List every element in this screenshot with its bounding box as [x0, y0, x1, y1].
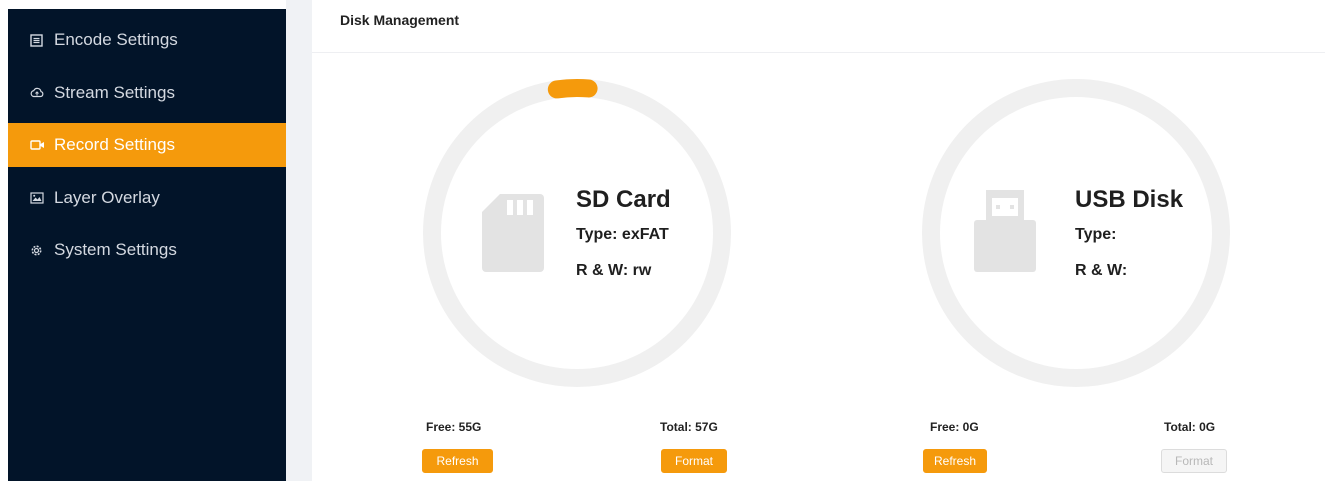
disk-name: USB Disk [1075, 186, 1184, 213]
stream-icon [30, 87, 54, 99]
sidebar-item-system-settings[interactable]: System Settings [8, 228, 286, 272]
refresh-button[interactable]: Refresh [422, 449, 493, 473]
usb-drive-icon [974, 190, 1036, 272]
disk-name: SD Card [576, 186, 671, 213]
main-content: Disk Management SD Card Type: exFAT R & … [312, 0, 1325, 481]
format-button[interactable]: Format [1161, 449, 1227, 473]
disk-total: Total: 0G [1164, 420, 1216, 434]
disk-free: Free: 55G [426, 420, 482, 434]
layer-icon [30, 191, 54, 204]
sidebar-item-label: System Settings [54, 240, 177, 259]
page-title: Disk Management [340, 12, 460, 28]
sidebar-item-record-settings[interactable]: Record Settings [8, 123, 286, 167]
sidebar-item-stream-settings[interactable]: Stream Settings [8, 71, 286, 115]
refresh-button[interactable]: Refresh [923, 449, 987, 473]
record-icon [30, 139, 54, 151]
disk-rw: R & W: rw [576, 262, 652, 279]
sidebar-item-label: Encode Settings [54, 30, 178, 49]
gear-icon [30, 244, 54, 257]
format-button[interactable]: Format [661, 449, 727, 473]
sidebar-item-encode-settings[interactable]: Encode Settings [8, 18, 286, 62]
sidebar-item-label: Record Settings [54, 135, 175, 154]
sidebar-item-label: Layer Overlay [54, 187, 160, 207]
disk-total: Total: 57G [660, 420, 718, 434]
disk-free: Free: 0G [930, 420, 979, 434]
disk-type: Type: [1075, 226, 1117, 243]
header-divider [312, 52, 1325, 53]
disk-type: Type: exFAT [576, 226, 669, 243]
encode-icon [30, 33, 54, 47]
sidebar-item-layer-overlay[interactable]: Layer Overlay [8, 176, 286, 220]
disk-rw: R & W: [1075, 262, 1128, 279]
sidebar-item-label: Stream Settings [54, 82, 175, 102]
sd-card-icon [482, 194, 544, 272]
sidebar: Encode Settings Stream Settings Record S… [8, 9, 286, 481]
layout-gutter [286, 0, 312, 481]
